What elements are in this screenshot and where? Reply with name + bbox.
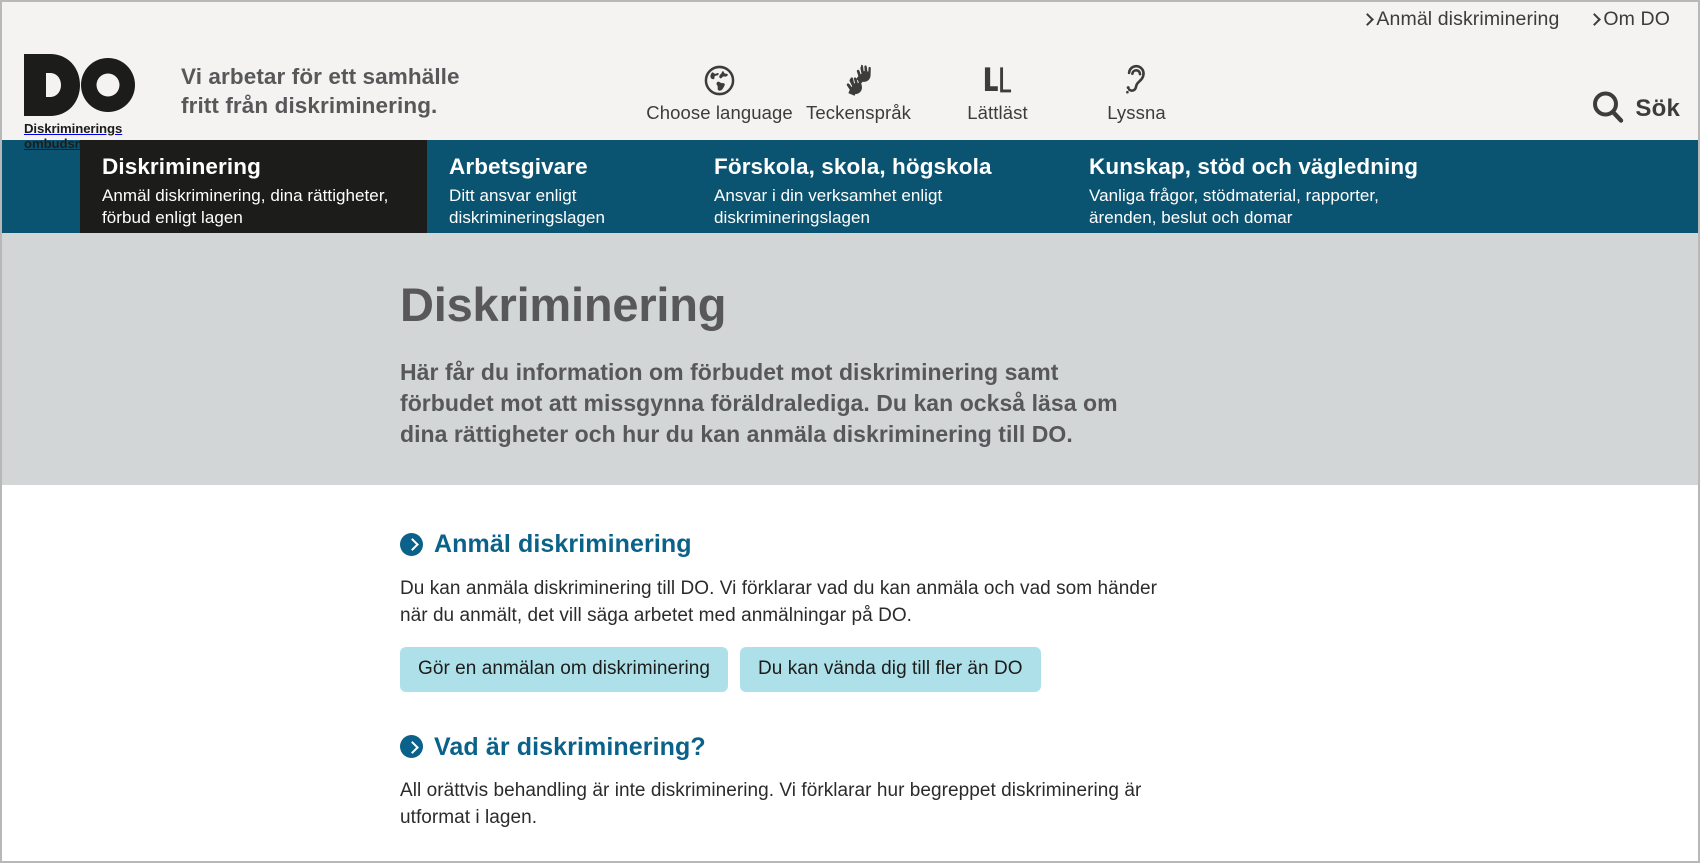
tool-label: Teckenspråk: [806, 102, 911, 123]
do-logo-icon: [24, 54, 135, 116]
nav-item-diskriminering[interactable]: Diskriminering Anmäl diskriminering, din…: [80, 140, 427, 233]
chip-gor-en-anmalan[interactable]: Gör en anmälan om diskriminering: [400, 646, 728, 692]
search-button[interactable]: Sök: [1590, 89, 1680, 128]
nav-sub-line1: Ansvar i din verksamhet enligt: [714, 186, 943, 205]
nav-item-subtitle: Ansvar i din verksamhet enligt diskrimin…: [714, 185, 1045, 228]
nav-item-forskola-skola-hogskola[interactable]: Förskola, skola, högskola Ansvar i din v…: [692, 140, 1067, 233]
tool-label: Lättläst: [967, 102, 1028, 123]
tool-lyssna[interactable]: Lyssna: [1067, 60, 1206, 124]
hero-section: Diskriminering Här får du information om…: [2, 233, 1698, 485]
nav-left-spacer: [2, 140, 80, 233]
page-root: Anmäl diskriminering Om DO Diskriminerin…: [0, 0, 1700, 863]
main-content: Anmäl diskriminering Du kan anmäla diskr…: [2, 485, 1698, 831]
block-chip-row: Gör en anmälan om diskriminering Du kan …: [400, 646, 1170, 692]
page-title: Diskriminering: [400, 278, 727, 331]
nav-item-arbetsgivare[interactable]: Arbetsgivare Ditt ansvar enligt diskrimi…: [427, 140, 692, 233]
tool-label: Choose language: [646, 102, 793, 123]
nav-item-subtitle: Anmäl diskriminering, dina rättigheter, …: [102, 185, 405, 228]
sign-language-hands-icon: [844, 60, 874, 96]
tool-label: Lyssna: [1107, 102, 1166, 123]
nav-sub-line1: Ditt ansvar enligt: [449, 186, 577, 205]
circle-chevron-right-icon: [400, 532, 423, 556]
block-text: All orättvis behandling är inte diskrimi…: [400, 780, 1142, 828]
nav-sub-line1: Vanliga frågor, stödmaterial, rapporter,: [1089, 186, 1379, 205]
chevron-right-icon: [1362, 12, 1373, 27]
logo-word-line1: Diskriminerings: [24, 121, 123, 136]
site-logo[interactable]: Diskriminerings ombudsmannen: [24, 42, 136, 151]
site-tagline: Vi arbetar för ett samhälle fritt från d…: [181, 42, 460, 120]
chip-vanda-dig-till-fler[interactable]: Du kan vända dig till fler än DO: [740, 646, 1041, 692]
utility-top-bar: Anmäl diskriminering Om DO: [2, 2, 1698, 42]
globe-icon: [704, 60, 735, 96]
top-link-label: Om DO: [1603, 8, 1670, 30]
content-block-vad-ar-diskriminering: Vad är diskriminering? All orättvis beha…: [400, 732, 1170, 832]
hero-preamble: Här får du information om förbudet mot d…: [400, 359, 1118, 447]
nav-item-title: Kunskap, stöd och vägledning: [1089, 154, 1419, 179]
nav-item-subtitle: Ditt ansvar enligt diskrimineringslagen: [449, 185, 670, 228]
tool-choose-language[interactable]: Choose language: [646, 60, 793, 124]
top-link-label: Anmäl diskriminering: [1376, 8, 1560, 30]
block-title: Anmäl diskriminering: [434, 530, 692, 558]
content-inner: Anmäl diskriminering Du kan anmäla diskr…: [400, 529, 1170, 831]
nav-sub-line2: ärenden, beslut och domar: [1089, 207, 1293, 227]
hero-inner: Diskriminering Här får du information om…: [400, 277, 1160, 450]
logo-wordmark: Diskriminerings ombudsmannen: [24, 121, 136, 151]
nav-sub-line1: Anmäl diskriminering, dina rättigheter,: [102, 186, 389, 205]
block-text: Du kan anmäla diskriminering till DO. Vi…: [400, 577, 1157, 626]
nav-sub-line2: förbud enligt lagen: [102, 207, 243, 227]
nav-item-kunskap-stod-vagledning[interactable]: Kunskap, stöd och vägledning Vanliga frå…: [1067, 140, 1502, 233]
block-title: Vad är diskriminering?: [434, 732, 706, 761]
tool-teckensprak[interactable]: Teckenspråk: [789, 60, 928, 124]
nav-item-title: Arbetsgivare: [449, 154, 588, 179]
top-link-anmal-diskriminering[interactable]: Anmäl diskriminering: [1362, 8, 1559, 31]
header-tools: Choose language Teckenspråk Lättläst Lys…: [646, 60, 1206, 124]
tagline-line1: Vi arbetar för ett samhälle: [181, 64, 460, 89]
easy-read-LL-icon: [984, 60, 1012, 96]
site-header: Diskriminerings ombudsmannen Vi arbetar …: [2, 42, 1698, 151]
top-link-om-do[interactable]: Om DO: [1589, 8, 1670, 31]
search-label: Sök: [1635, 94, 1680, 122]
chevron-right-icon: [1589, 12, 1600, 27]
nav-sub-line2: diskrimineringslagen: [714, 207, 870, 227]
nav-item-title: Diskriminering: [102, 154, 261, 179]
circle-chevron-right-icon: [400, 735, 423, 758]
logo-word-line2: ombudsmannen: [24, 136, 125, 151]
search-icon: [1590, 89, 1626, 128]
block-link-vad-ar-diskriminering[interactable]: Vad är diskriminering?: [400, 732, 706, 762]
main-navigation: Diskriminering Anmäl diskriminering, din…: [2, 140, 1698, 233]
nav-sub-line2: diskrimineringslagen: [449, 207, 605, 227]
ear-listen-icon: [1123, 60, 1151, 96]
nav-item-subtitle: Vanliga frågor, stödmaterial, rapporter,…: [1089, 185, 1480, 228]
nav-item-title: Förskola, skola, högskola: [714, 154, 992, 179]
tool-lattlast[interactable]: Lättläst: [928, 60, 1067, 124]
block-link-anmal-diskriminering[interactable]: Anmäl diskriminering: [400, 529, 692, 559]
tagline-line2: fritt från diskriminering.: [181, 93, 438, 118]
content-block-anmal-diskriminering: Anmäl diskriminering Du kan anmäla diskr…: [400, 529, 1170, 692]
